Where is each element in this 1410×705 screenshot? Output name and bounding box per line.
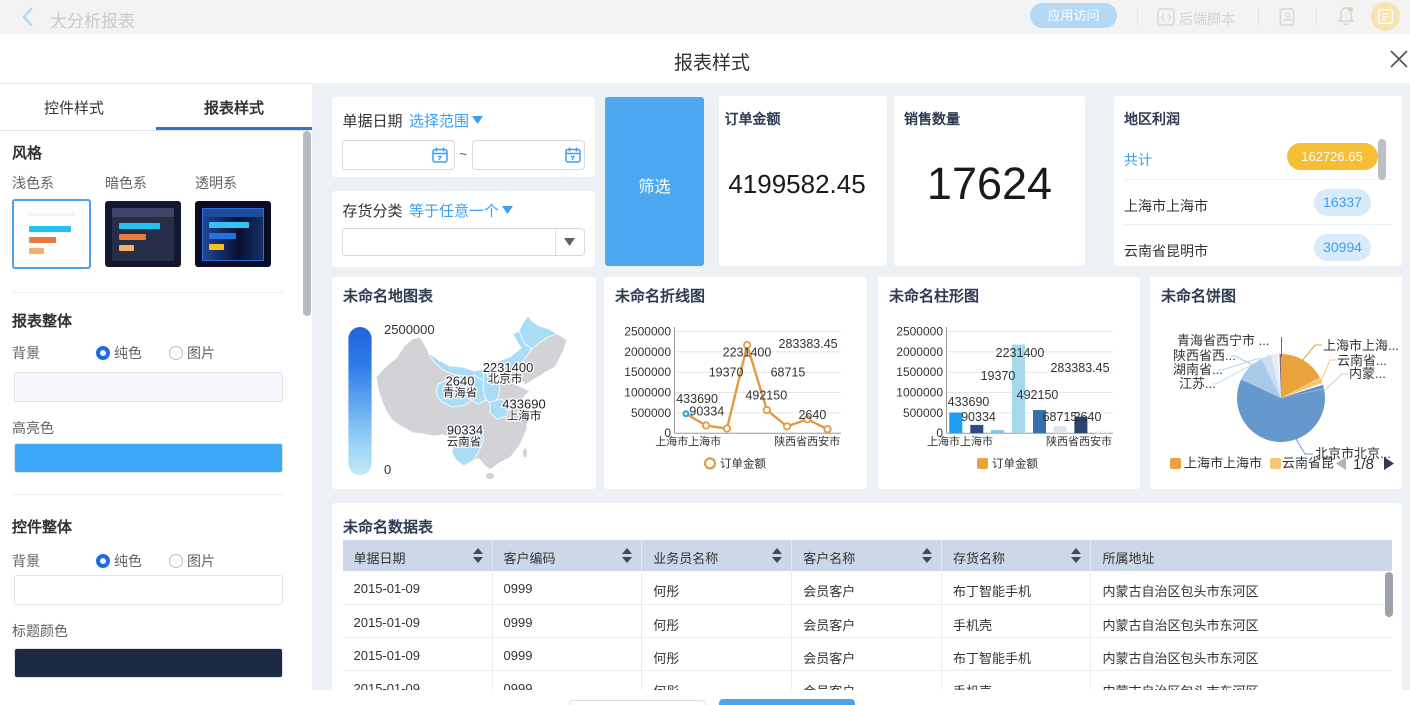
svg-text:1/8: 1/8	[1353, 456, 1374, 473]
svg-text:2500000: 2500000	[384, 322, 435, 337]
svg-text:2640: 2640	[446, 374, 475, 389]
svg-text:90334: 90334	[961, 410, 996, 424]
svg-text:订单金额: 订单金额	[720, 456, 766, 470]
svg-text:上海市上海...: 上海市上海...	[1323, 338, 1399, 353]
svg-text:2231400: 2231400	[996, 346, 1045, 360]
svg-text:19370: 19370	[709, 366, 744, 380]
svg-text:68715: 68715	[771, 366, 806, 380]
svg-text:陕西省西安市: 陕西省西安市	[1046, 434, 1112, 448]
svg-text:上海市上海市: 上海市上海市	[927, 434, 993, 448]
svg-text:云南省: 云南省	[447, 435, 482, 449]
svg-text:0: 0	[384, 462, 391, 477]
svg-text:2500000: 2500000	[624, 325, 671, 339]
svg-text:19370: 19370	[981, 369, 1016, 383]
svg-text:1500000: 1500000	[624, 365, 671, 379]
svg-text:云南省昆: 云南省昆	[1282, 456, 1334, 471]
svg-text:500000: 500000	[903, 406, 943, 420]
svg-text:283383.45: 283383.45	[1050, 361, 1109, 375]
svg-text:492150: 492150	[1017, 388, 1059, 402]
svg-text:2640: 2640	[798, 408, 826, 422]
svg-text:北京市: 北京市	[488, 372, 523, 386]
svg-text:上海市上海市: 上海市上海市	[1184, 456, 1262, 471]
svg-text:500000: 500000	[631, 406, 671, 420]
svg-text:492150: 492150	[745, 388, 787, 402]
svg-text:2500000: 2500000	[896, 325, 943, 339]
svg-text:订单金额: 订单金额	[992, 456, 1038, 470]
svg-text:青海省西宁市 ...: 青海省西宁市 ...	[1177, 333, 1269, 348]
svg-text:1500000: 1500000	[896, 365, 943, 379]
svg-text:2000000: 2000000	[624, 345, 671, 359]
svg-text:江苏...: 江苏...	[1179, 376, 1216, 391]
svg-text:2640: 2640	[1074, 410, 1102, 424]
svg-text:283383.45: 283383.45	[779, 337, 838, 351]
svg-text:433690: 433690	[502, 397, 545, 412]
svg-text:90334: 90334	[447, 423, 483, 438]
svg-text:内蒙...: 内蒙...	[1349, 366, 1386, 381]
svg-text:湖南省...: 湖南省...	[1173, 362, 1223, 377]
svg-text:2000000: 2000000	[896, 345, 943, 359]
svg-text:陕西省西安市: 陕西省西安市	[774, 434, 840, 448]
svg-text:上海市: 上海市	[507, 409, 542, 423]
svg-text:青海省: 青海省	[443, 386, 478, 400]
svg-text:1000000: 1000000	[624, 386, 671, 400]
svg-text:68715: 68715	[1043, 410, 1078, 424]
svg-text:上海市上海市: 上海市上海市	[655, 434, 721, 448]
svg-text:1000000: 1000000	[896, 386, 943, 400]
svg-text:90334: 90334	[689, 405, 724, 419]
svg-text:2231400: 2231400	[723, 345, 772, 359]
svg-text:433690: 433690	[948, 395, 990, 409]
svg-text:陕西省西...: 陕西省西...	[1173, 348, 1236, 363]
